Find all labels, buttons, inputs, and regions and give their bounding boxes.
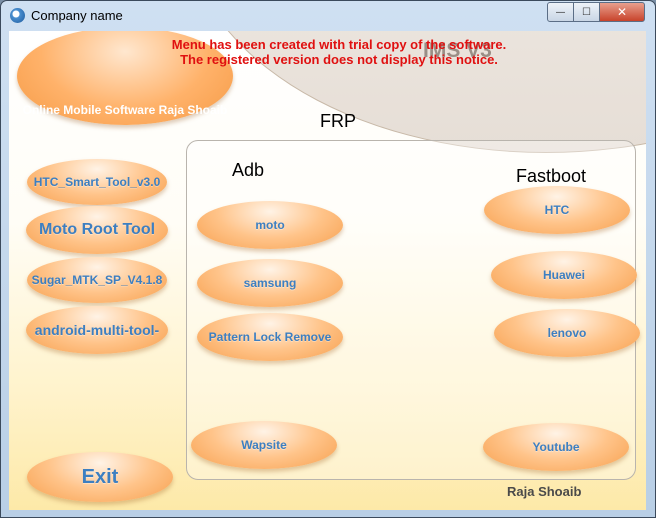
adb-heading: Adb xyxy=(232,160,265,180)
youtube-button[interactable]: Youtube xyxy=(483,423,629,471)
trial-notice-line2: The registered version does not display … xyxy=(180,52,498,67)
app-window: Company name — ☐ ✕ IMS V3 Online Mobile … xyxy=(0,0,656,518)
maximize-button[interactable]: ☐ xyxy=(573,2,600,22)
section-title: FRP xyxy=(320,111,356,131)
moto-root-tool-label: Moto Root Tool xyxy=(38,221,156,238)
android-multi-tool-label: android-multi-tool- xyxy=(34,322,160,338)
samsung-label: samsung xyxy=(243,276,297,290)
owner-label: Raja Shoaib xyxy=(507,484,582,499)
brand-text: Online Mobile Software Raja Shoaib xyxy=(22,103,228,117)
moto-root-tool-button[interactable]: Moto Root Tool xyxy=(26,206,168,254)
lenovo-label: lenovo xyxy=(547,326,587,340)
moto-label: moto xyxy=(255,218,285,232)
main-content: IMS V3 Online Mobile Software Raja Shoai… xyxy=(9,31,646,510)
pattern-lock-remove-label: Pattern Lock Remove xyxy=(208,330,332,344)
title-bar[interactable]: Company name — ☐ ✕ xyxy=(1,1,655,31)
wapsite-button[interactable]: Wapsite xyxy=(191,421,337,469)
fastboot-heading: Fastboot xyxy=(516,166,587,186)
huawei-label: Huawei xyxy=(542,268,585,282)
wapsite-label: Wapsite xyxy=(241,438,287,452)
exit-button[interactable]: Exit xyxy=(27,452,173,502)
trial-notice: Menu has been created with trial copy of… xyxy=(139,37,539,67)
pattern-lock-remove-button[interactable]: Pattern Lock Remove xyxy=(197,313,343,361)
trial-notice-line1: Menu has been created with trial copy of… xyxy=(171,37,507,52)
htc-smart-tool-label: HTC_Smart_Tool_v3.0 xyxy=(33,175,161,189)
close-button[interactable]: ✕ xyxy=(599,2,645,22)
htc-smart-tool-button[interactable]: HTC_Smart_Tool_v3.0 xyxy=(27,159,167,205)
samsung-button[interactable]: samsung xyxy=(197,259,343,307)
moto-button[interactable]: moto xyxy=(197,201,343,249)
htc-button[interactable]: HTC xyxy=(484,186,630,234)
sugar-mtk-button[interactable]: Sugar_MTK_SP_V4.1.8 xyxy=(27,257,167,303)
htc-label: HTC xyxy=(544,203,570,217)
minimize-button[interactable]: — xyxy=(547,2,574,22)
sugar-mtk-label: Sugar_MTK_SP_V4.1.8 xyxy=(31,273,163,287)
huawei-button[interactable]: Huawei xyxy=(491,251,637,299)
youtube-label: Youtube xyxy=(532,440,580,454)
lenovo-button[interactable]: lenovo xyxy=(494,309,640,357)
app-icon xyxy=(10,8,25,23)
android-multi-tool-button[interactable]: android-multi-tool- xyxy=(26,306,168,354)
window-title: Company name xyxy=(31,8,123,23)
exit-label: Exit xyxy=(81,465,119,488)
